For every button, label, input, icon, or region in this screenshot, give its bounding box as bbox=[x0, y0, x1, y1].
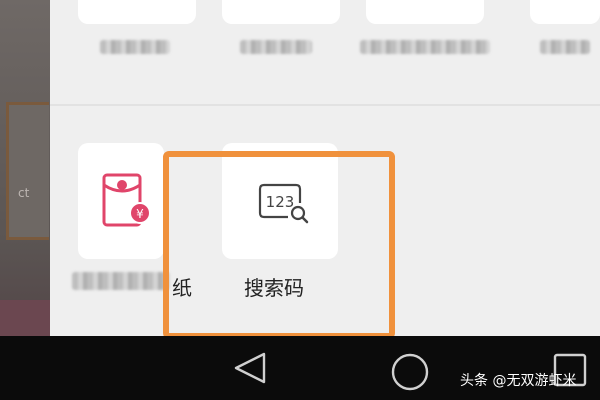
background-card bbox=[6, 102, 49, 240]
app-label-blurred bbox=[360, 40, 490, 54]
background-text: ct bbox=[18, 186, 30, 200]
highlight-box bbox=[163, 151, 395, 339]
home-icon[interactable] bbox=[390, 352, 430, 396]
app-tile-top-4[interactable] bbox=[530, 0, 600, 24]
watermark-text: 头条 @无双游虾米 bbox=[460, 373, 577, 389]
red-envelope-icon: ¥ bbox=[102, 171, 154, 233]
red-envelope-tile[interactable]: ¥ bbox=[78, 143, 164, 259]
app-label-blurred bbox=[540, 40, 590, 54]
app-label-blurred bbox=[240, 40, 312, 54]
navigation-bar bbox=[0, 336, 600, 400]
app-label-blurred bbox=[72, 272, 170, 290]
app-tile-top-2[interactable] bbox=[222, 0, 340, 24]
app-tile-top-1[interactable] bbox=[78, 0, 196, 24]
svg-text:¥: ¥ bbox=[136, 207, 144, 221]
app-label-blurred bbox=[100, 40, 170, 54]
section-divider bbox=[50, 104, 600, 106]
background-image bbox=[0, 300, 50, 340]
back-icon[interactable] bbox=[232, 350, 268, 390]
app-tile-top-3[interactable] bbox=[366, 0, 484, 24]
